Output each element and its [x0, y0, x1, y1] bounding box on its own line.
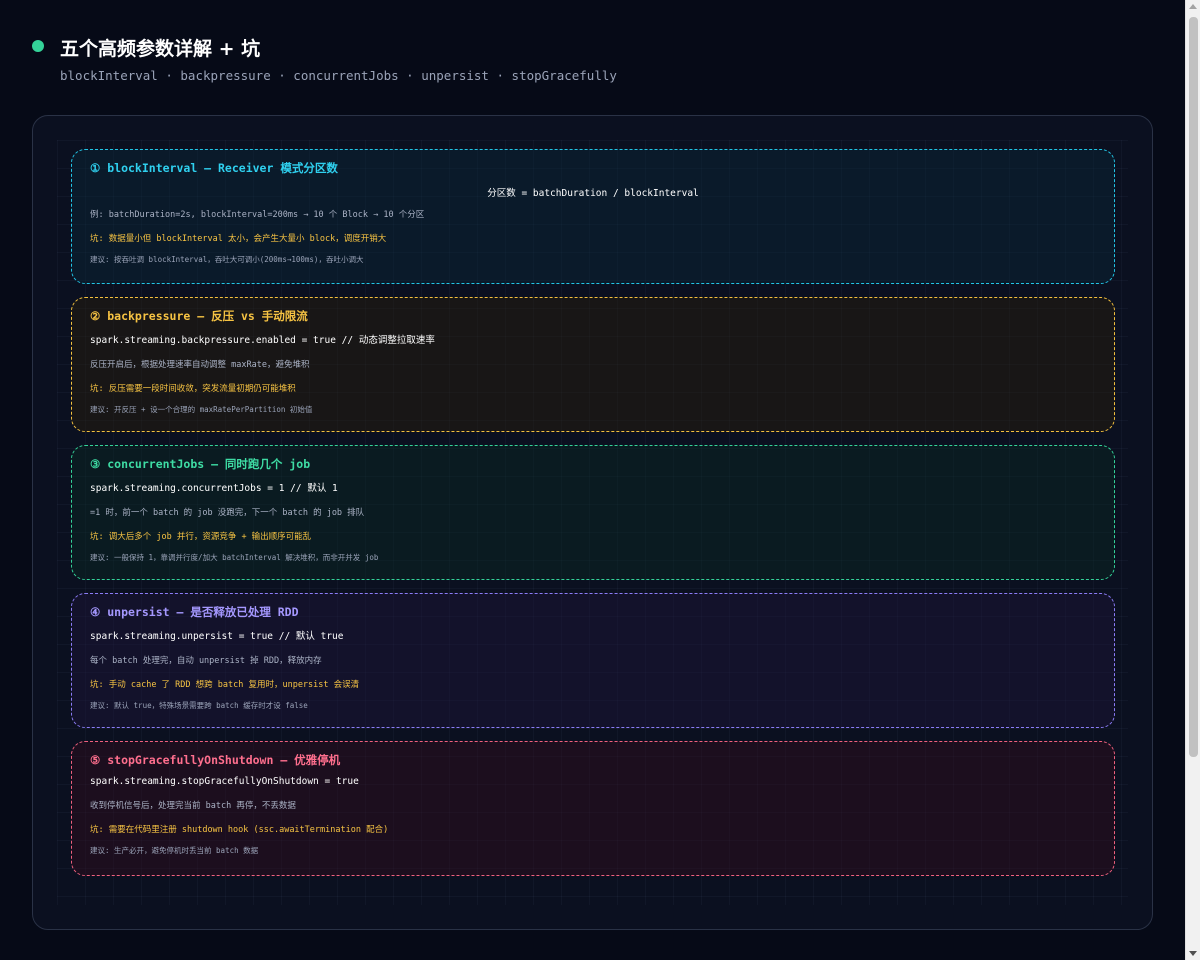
card-advice: 建议: 开反压 + 设一个合理的 maxRatePerPartition 初始值	[90, 405, 313, 414]
card-title: ③ concurrentJobs — 同时跑几个 job	[90, 457, 311, 471]
card-description: =1 时，前一个 batch 的 job 没跑完，下一个 batch 的 job…	[90, 508, 365, 518]
card-title: ① blockInterval — Receiver 模式分区数	[90, 161, 338, 175]
page-title: 五个高频参数详解 + 坑	[60, 38, 261, 60]
card-advice: 建议: 按吞吐调 blockInterval，吞吐大可调小(200ms→100m…	[90, 255, 364, 264]
card-code: spark.streaming.stopGracefullyOnShutdown…	[90, 776, 359, 787]
card-backpressure: ② backpressure — 反压 vs 手动限流 spark.stream…	[71, 297, 1115, 432]
card-pitfall: 坑: 数据量小但 blockInterval 太小，会产生大量小 block，调…	[90, 234, 387, 244]
card-advice: 建议: 生产必开，避免停机时丢当前 batch 数据	[90, 846, 259, 855]
content-panel: ① blockInterval — Receiver 模式分区数 分区数 = b…	[32, 115, 1153, 930]
card-pitfall: 坑: 需要在代码里注册 shutdown hook (ssc.awaitTerm…	[90, 825, 389, 835]
card-title: ⑤ stopGracefullyOnShutdown — 优雅停机	[90, 753, 341, 767]
card-concurrent-jobs: ③ concurrentJobs — 同时跑几个 job spark.strea…	[71, 445, 1115, 580]
card-stop-gracefully: ⑤ stopGracefullyOnShutdown — 优雅停机 spark.…	[71, 741, 1115, 876]
scrollbar-thumb[interactable]	[1189, 17, 1198, 757]
page-subtitle: blockInterval · backpressure · concurren…	[60, 68, 617, 83]
card-code: spark.streaming.concurrentJobs = 1 // 默认…	[90, 483, 338, 494]
card-description: 例: batchDuration=2s, blockInterval=200ms…	[90, 210, 425, 220]
page: 五个高频参数详解 + 坑 blockInterval · backpressur…	[0, 0, 1200, 960]
scroll-up-arrow-icon[interactable]	[1189, 4, 1197, 9]
vertical-scrollbar[interactable]	[1185, 0, 1200, 960]
card-advice: 建议: 默认 true，特殊场景需要跨 batch 缓存时才设 false	[90, 701, 308, 710]
card-unpersist: ④ unpersist — 是否释放已处理 RDD spark.streamin…	[71, 593, 1115, 728]
card-pitfall: 坑: 手动 cache 了 RDD 想跨 batch 复用时，unpersist…	[90, 680, 360, 690]
card-pitfall: 坑: 调大后多个 job 并行，资源竞争 + 输出顺序可能乱	[90, 532, 312, 542]
card-description: 每个 batch 处理完，自动 unpersist 掉 RDD，释放内存	[90, 656, 322, 666]
status-dot	[32, 40, 44, 52]
card-description: 收到停机信号后，处理完当前 batch 再停，不丢数据	[90, 801, 296, 811]
card-code: spark.streaming.backpressure.enabled = t…	[90, 335, 435, 346]
card-title: ② backpressure — 反压 vs 手动限流	[90, 309, 308, 323]
card-pitfall: 坑: 反压需要一段时间收敛，突发流量初期仍可能堆积	[90, 384, 296, 394]
card-advice: 建议: 一般保持 1，靠调并行度/加大 batchInterval 解决堆积，而…	[90, 553, 379, 562]
card-description: 反压开启后，根据处理速率自动调整 maxRate，避免堆积	[90, 360, 310, 370]
card-title: ④ unpersist — 是否释放已处理 RDD	[90, 605, 299, 619]
card-formula: 分区数 = batchDuration / blockInterval	[487, 188, 699, 199]
scroll-down-arrow-icon[interactable]	[1189, 951, 1197, 956]
card-code: spark.streaming.unpersist = true // 默认 t…	[90, 631, 344, 642]
card-block-interval: ① blockInterval — Receiver 模式分区数 分区数 = b…	[71, 149, 1115, 284]
